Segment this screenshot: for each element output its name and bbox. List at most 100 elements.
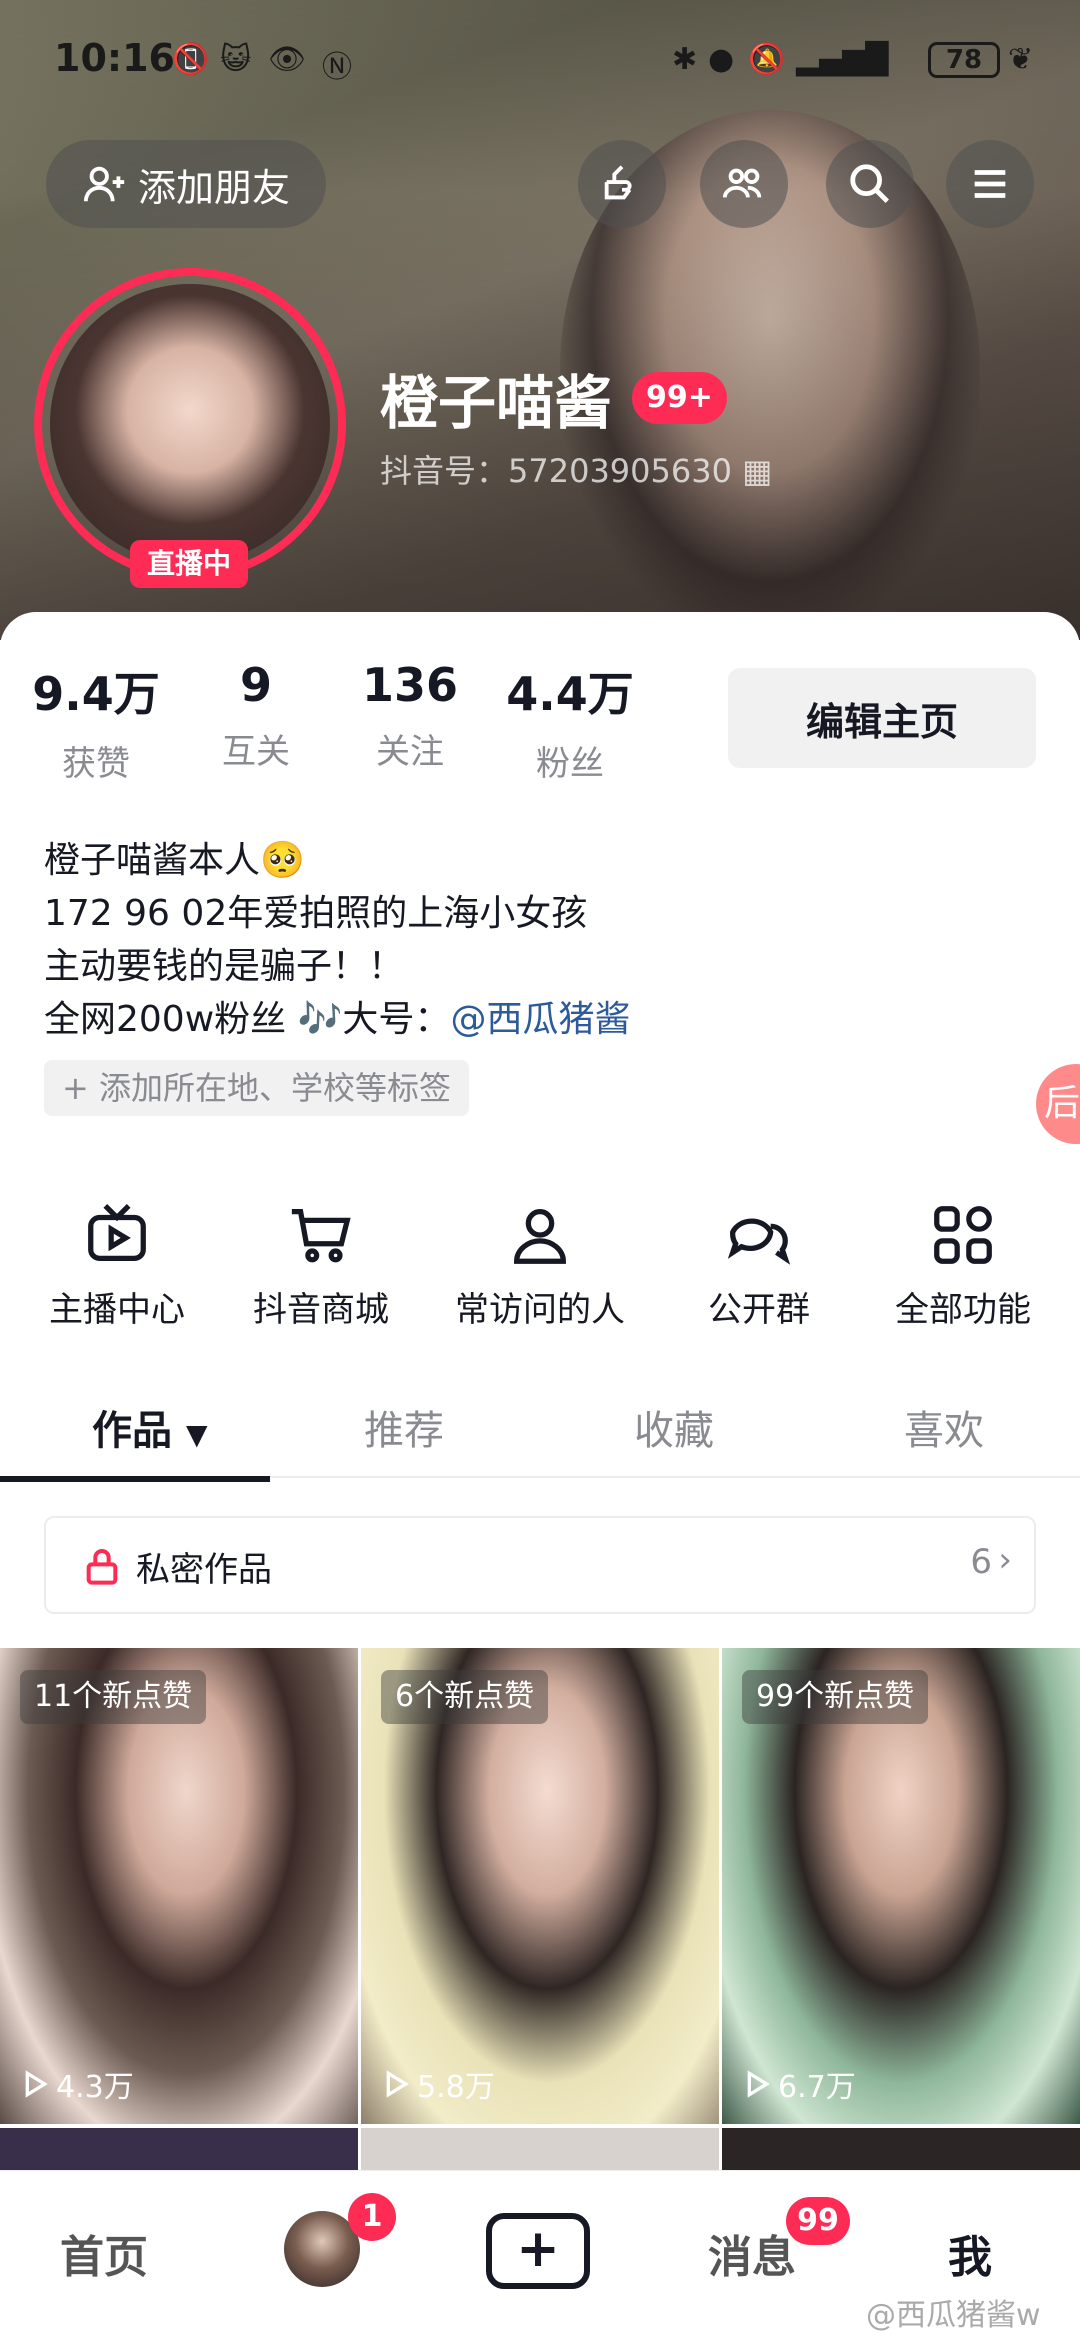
- profile-avatar[interactable]: [34, 268, 346, 580]
- nav-home[interactable]: 首页: [60, 2221, 148, 2285]
- quick-action-mall[interactable]: 抖音商城: [246, 1200, 396, 1331]
- video-tile[interactable]: 6个新点赞 5.8万: [361, 1648, 719, 2124]
- person-icon: [514, 1209, 566, 1264]
- profile-bio: 橙子喵酱本人🥺 172 96 02年爱拍照的上海小女孩 主动要钱的是骗子！！ 全…: [44, 834, 630, 1046]
- bio-line-text: 全网200w粉丝 🎶大号：: [44, 999, 451, 1040]
- tab-works[interactable]: 作品 ▼: [92, 1398, 207, 1456]
- quick-action-label: 常访问的人: [455, 1290, 625, 1330]
- location-icon: ●: [708, 42, 735, 77]
- eye-icon: 👁: [268, 42, 307, 77]
- nav-me[interactable]: 我: [948, 2221, 992, 2285]
- messages-badge: 99: [786, 2197, 850, 2245]
- play-count-text: 5.8万: [417, 2070, 495, 2105]
- search-icon: [850, 164, 889, 203]
- signal-icon: ▂▄▆█: [796, 42, 889, 77]
- search-button[interactable]: [826, 140, 914, 228]
- plus-icon: +: [516, 2219, 560, 2279]
- bio-line: 172 96 02年爱拍照的上海小女孩: [44, 893, 588, 934]
- stat-value: 4.4万: [506, 667, 634, 721]
- tv-play-icon: [88, 1203, 146, 1261]
- caret-down-icon: ▼: [185, 1418, 208, 1451]
- quick-actions: 主播中心 抖音商城 常访问的人 公开群 全部功能: [0, 1200, 1080, 1350]
- edit-profile-button[interactable]: 编辑主页: [728, 668, 1036, 768]
- private-works-row[interactable]: 私密作品 6 ›: [44, 1516, 1036, 1614]
- mute-icon: 🔕: [748, 42, 786, 77]
- hand-pointer-button[interactable]: [578, 140, 666, 228]
- quick-action-public-group[interactable]: 公开群: [694, 1200, 824, 1331]
- profile-card: 9.4万 获赞 9 互关 136 关注 4.4万 粉丝 编辑主页 橙子喵酱本人🥺…: [0, 612, 1080, 2188]
- tab-favorites[interactable]: 收藏: [634, 1398, 714, 1456]
- add-friend-button[interactable]: 添加朋友: [46, 140, 326, 228]
- new-likes-badge: 6个新点赞: [381, 1670, 549, 1724]
- play-count-text: 4.3万: [56, 2070, 134, 2105]
- bio-line: 全网200w粉丝 🎶大号：@西瓜猪酱: [44, 993, 630, 1046]
- play-icon: [386, 2070, 409, 2098]
- profile-nickname: 橙子喵酱: [380, 369, 613, 437]
- chevron-right-icon: ›: [998, 1540, 1012, 1580]
- tab-recommend[interactable]: 推荐: [364, 1398, 444, 1456]
- play-count-text: 6.7万: [778, 2070, 856, 2105]
- stat-value: 136: [361, 658, 459, 712]
- friends-button[interactable]: [700, 140, 788, 228]
- create-post-button[interactable]: +: [486, 2213, 590, 2289]
- stat-mutual[interactable]: 9 互关: [196, 658, 316, 785]
- hamburger-menu-icon: [974, 170, 1006, 198]
- play-count: 4.3万: [18, 2062, 134, 2106]
- new-likes-badge: 99个新点赞: [742, 1670, 929, 1724]
- cart-icon: [291, 1209, 351, 1263]
- lock-icon: [86, 1549, 118, 1585]
- app-notification-icon: 😺: [220, 42, 252, 77]
- content-tabs: 作品 ▼ 推荐 收藏 喜欢: [0, 1388, 1080, 1478]
- quick-action-label: 全部功能: [895, 1290, 1031, 1330]
- quick-action-frequent-visitors[interactable]: 常访问的人: [450, 1200, 630, 1331]
- stat-likes[interactable]: 9.4万 获赞: [30, 658, 162, 785]
- status-time: 10:16: [54, 36, 175, 80]
- nfc-icon: Ⓝ: [322, 50, 352, 85]
- friend-badge: 1: [348, 2193, 396, 2241]
- play-count: 5.8万: [379, 2062, 495, 2106]
- stat-value: 9: [239, 658, 272, 712]
- quick-action-label: 公开群: [708, 1290, 810, 1330]
- active-tab-indicator: [0, 1476, 270, 1482]
- menu-button[interactable]: [946, 140, 1034, 228]
- new-likes-badge: 11个新点赞: [20, 1670, 207, 1724]
- add-tag-button[interactable]: + 添加所在地、学校等标签: [44, 1060, 469, 1116]
- play-icon: [25, 2070, 48, 2098]
- private-works-count: 6: [970, 1542, 992, 1582]
- play-icon: [747, 2070, 770, 2098]
- stat-value: 9.4万: [32, 667, 160, 721]
- add-friend-label: 添加朋友: [137, 165, 290, 210]
- friends-icon: [722, 168, 762, 198]
- chat-group-icon: [727, 1218, 791, 1265]
- missed-call-icon: 📵: [172, 42, 210, 77]
- grid-icon: [934, 1206, 992, 1264]
- stat-following[interactable]: 136 关注: [350, 658, 470, 785]
- video-tile[interactable]: 99个新点赞 6.7万: [722, 1648, 1080, 2124]
- video-tile[interactable]: 11个新点赞 4.3万: [0, 1648, 358, 2124]
- stats-row: 9.4万 获赞 9 互关 136 关注 4.4万 粉丝: [30, 658, 636, 785]
- bio-line: 主动要钱的是骗子！！: [44, 946, 405, 987]
- stat-label: 关注: [376, 732, 444, 772]
- quick-action-label: 主播中心: [49, 1290, 185, 1330]
- douyin-id[interactable]: 抖音号：57203905630 ▦: [380, 446, 772, 492]
- add-person-icon: [83, 166, 125, 202]
- stat-label: 粉丝: [536, 744, 604, 784]
- tab-likes[interactable]: 喜欢: [904, 1398, 984, 1456]
- douyin-id-text: 抖音号：57203905630: [380, 452, 732, 490]
- stat-followers[interactable]: 4.4万 粉丝: [504, 658, 636, 785]
- qr-code-icon: ▦: [742, 452, 773, 490]
- private-works-label: 私密作品: [136, 1550, 272, 1590]
- nav-messages[interactable]: 消息: [708, 2221, 796, 2285]
- stat-label: 获赞: [62, 744, 130, 784]
- battery-indicator: 78: [928, 42, 1000, 78]
- nickname-badge[interactable]: 99+: [632, 372, 727, 424]
- mention-link[interactable]: @西瓜猪酱: [450, 999, 630, 1040]
- bio-line: 橙子喵酱本人🥺: [44, 840, 305, 881]
- live-badge[interactable]: 直播中: [130, 540, 248, 588]
- tab-label: 作品: [92, 1408, 172, 1454]
- quick-action-anchor-center[interactable]: 主播中心: [42, 1200, 192, 1331]
- avatar-image: [50, 284, 330, 564]
- quick-action-all-features[interactable]: 全部功能: [888, 1200, 1038, 1331]
- leaf-icon: ❦: [1008, 42, 1034, 77]
- watermark: @西瓜猪酱w: [866, 2298, 1041, 2331]
